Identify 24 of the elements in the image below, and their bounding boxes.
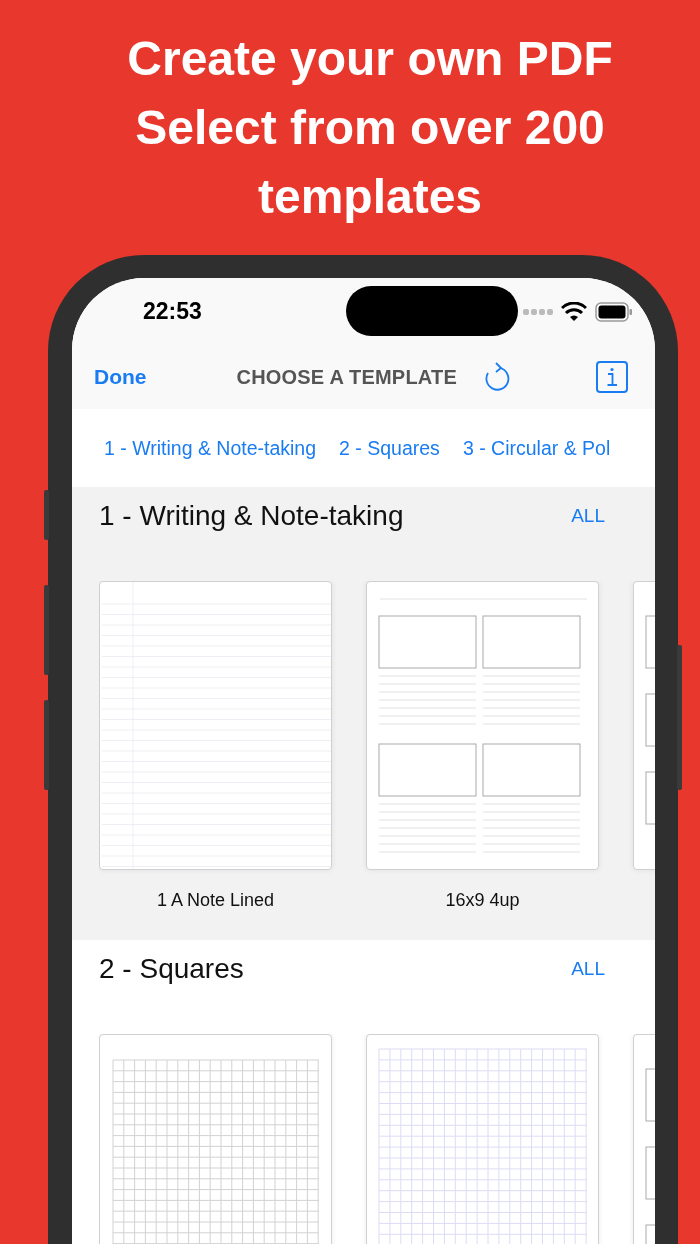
category-tab[interactable]: 3 - Circular & Pol: [462, 436, 611, 460]
headline: Select from over 200: [135, 100, 605, 156]
done-button[interactable]: Done: [94, 365, 147, 389]
category-tab[interactable]: 1 - Writing & Note-taking: [104, 436, 317, 460]
info-icon: [596, 361, 628, 393]
wifi-icon: [561, 301, 587, 322]
headline: templates: [257, 169, 483, 225]
headline: Create your own PDF: [127, 31, 613, 87]
battery-icon: [595, 301, 633, 322]
info-button[interactable]: [596, 361, 628, 393]
template-name: 16x9 4up: [445, 890, 520, 911]
template-thumbnail[interactable]: [99, 581, 332, 870]
signal-icon: [523, 307, 553, 316]
all-link[interactable]: ALL: [571, 505, 605, 527]
category-tab[interactable]: 2 - Squares: [339, 436, 440, 460]
template-thumbnail[interactable]: [99, 1034, 332, 1244]
section-title: 1 - Writing & Note-taking: [99, 500, 404, 532]
template-thumbnail[interactable]: [366, 1034, 599, 1244]
template-name: 1 A Note Lined: [156, 890, 275, 911]
all-link[interactable]: ALL: [571, 958, 605, 980]
section-title: 2 - Squares: [99, 953, 244, 985]
template-thumbnail[interactable]: [366, 581, 599, 870]
status-time: 22:53: [143, 298, 203, 325]
screen-title: CHOOSE A TEMPLATE: [236, 365, 457, 389]
